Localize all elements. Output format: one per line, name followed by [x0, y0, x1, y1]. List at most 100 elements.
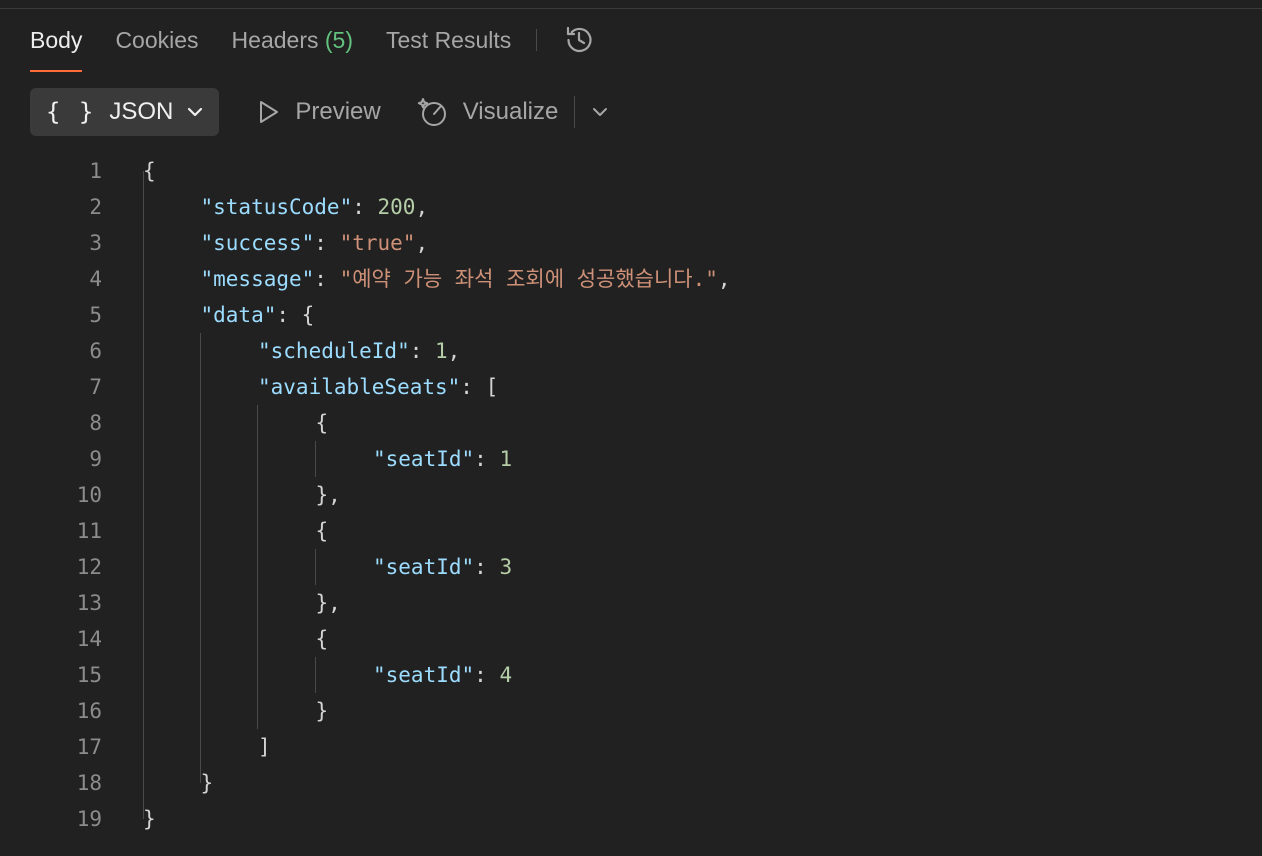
code-text: "availableSeats": [: [258, 369, 498, 405]
headers-count: (5): [324, 27, 353, 53]
tab-cookies[interactable]: Cookies: [115, 22, 198, 72]
code-token: }: [143, 807, 156, 831]
code-token: :: [474, 663, 500, 687]
code-text: "seatId": 1: [373, 441, 512, 477]
code-line: 17]: [0, 729, 1262, 765]
code-token: : [: [460, 375, 499, 399]
code-token: ,: [717, 267, 731, 291]
format-dropdown[interactable]: { } JSON: [30, 88, 220, 136]
code-text: },: [316, 477, 341, 513]
code-text: }: [143, 801, 156, 837]
code-token: 200: [377, 195, 416, 219]
code-text: }: [201, 765, 214, 801]
line-number: 13: [76, 591, 102, 615]
chevron-down-icon: [185, 102, 205, 122]
code-token: }: [200, 771, 214, 795]
code-text: "statusCode": 200,: [201, 189, 429, 225]
tab-headers-label: Headers: [231, 27, 319, 53]
code-text: "seatId": 3: [373, 549, 512, 585]
code-token: "seatId": [373, 555, 475, 579]
code-line: 14 {: [0, 621, 1262, 657]
code-text: "seatId": 4: [373, 657, 512, 693]
code-line: 2 "statusCode": 200,: [0, 189, 1262, 225]
preview-button[interactable]: Preview: [255, 98, 381, 126]
code-line: 8{: [0, 405, 1262, 441]
code-token: :: [314, 231, 340, 255]
code-text: {: [316, 405, 329, 441]
toolbar-divider: [574, 96, 576, 128]
line-number: 9: [89, 447, 102, 471]
line-number: 1: [89, 159, 102, 183]
line-number: 17: [76, 735, 102, 759]
code-token: ,: [415, 231, 429, 255]
code-token: "message": [200, 267, 315, 291]
code-line: 5 "data": {: [0, 297, 1262, 333]
code-line: 7 "availableSeats": [: [0, 369, 1262, 405]
code-token: 1: [499, 447, 513, 471]
code-text: },: [316, 585, 341, 621]
code-line: 10},: [0, 477, 1262, 513]
line-number: 6: [89, 339, 102, 363]
code-text: "data": {: [201, 297, 315, 333]
line-number: 16: [76, 699, 102, 723]
line-number: 8: [89, 411, 102, 435]
line-number: 5: [89, 303, 102, 327]
line-number: 14: [76, 627, 102, 651]
code-token: "success": [200, 231, 315, 255]
code-line: 9 "seatId": 1: [0, 441, 1262, 477]
code-token: "seatId": [373, 663, 475, 687]
code-text: }: [316, 693, 329, 729]
line-number: 4: [89, 267, 102, 291]
code-token: },: [315, 591, 341, 615]
code-token: "true": [339, 231, 416, 255]
line-number: 3: [89, 231, 102, 255]
code-token: :: [474, 555, 500, 579]
code-token: {: [315, 519, 329, 543]
line-number: 19: [76, 807, 102, 831]
code-line: 3 "success": "true",: [0, 225, 1262, 261]
code-line: 6 "scheduleId": 1,: [0, 333, 1262, 369]
code-token: :: [409, 339, 436, 363]
code-token: {: [315, 627, 329, 651]
code-line: 15 "seatId": 4: [0, 657, 1262, 693]
top-border: [0, 0, 1262, 9]
tab-body-label: Body: [30, 27, 83, 53]
code-token: "statusCode": [200, 195, 353, 219]
code-token: "scheduleId": [258, 339, 410, 363]
line-number: 18: [76, 771, 102, 795]
code-text: "success": "true",: [201, 225, 429, 261]
code-token: :: [474, 447, 500, 471]
code-token: "availableSeats": [258, 375, 461, 399]
line-number: 2: [89, 195, 102, 219]
response-tabs: Body Cookies Headers (5) Test Results: [30, 22, 597, 74]
code-text: {: [143, 153, 156, 189]
chevron-down-icon: [593, 108, 608, 116]
code-token: 1: [435, 339, 448, 363]
line-number: 10: [76, 483, 102, 507]
tab-divider: [536, 29, 538, 51]
response-body-editor[interactable]: 1 {2 "statusCode": 200, 3 "success": "true",…: [0, 153, 1262, 853]
history-button[interactable]: [561, 22, 597, 58]
tab-body[interactable]: Body: [30, 22, 83, 72]
visualize-label: Visualize: [462, 98, 559, 125]
code-token: ,: [415, 195, 429, 219]
code-token: "data": [200, 303, 277, 327]
code-token: 3: [499, 555, 513, 579]
code-token: {: [143, 159, 156, 183]
code-token: }: [315, 699, 329, 723]
tab-headers[interactable]: Headers (5): [232, 22, 353, 72]
visualize-options-button[interactable]: [589, 101, 611, 123]
code-token: :: [352, 195, 378, 219]
code-line: 18}: [0, 765, 1262, 801]
code-token: 4: [499, 663, 513, 687]
line-number: 15: [76, 663, 102, 687]
visualize-icon: [417, 98, 446, 126]
code-text: "scheduleId": 1,: [258, 333, 460, 369]
code-token: },: [315, 483, 341, 507]
tab-test-results[interactable]: Test Results: [386, 22, 511, 72]
preview-label: Preview: [295, 98, 381, 125]
visualize-button[interactable]: Visualize: [417, 96, 559, 128]
braces-icon: { }: [46, 98, 96, 126]
format-label: JSON: [109, 98, 174, 125]
code-token: : {: [276, 303, 315, 327]
